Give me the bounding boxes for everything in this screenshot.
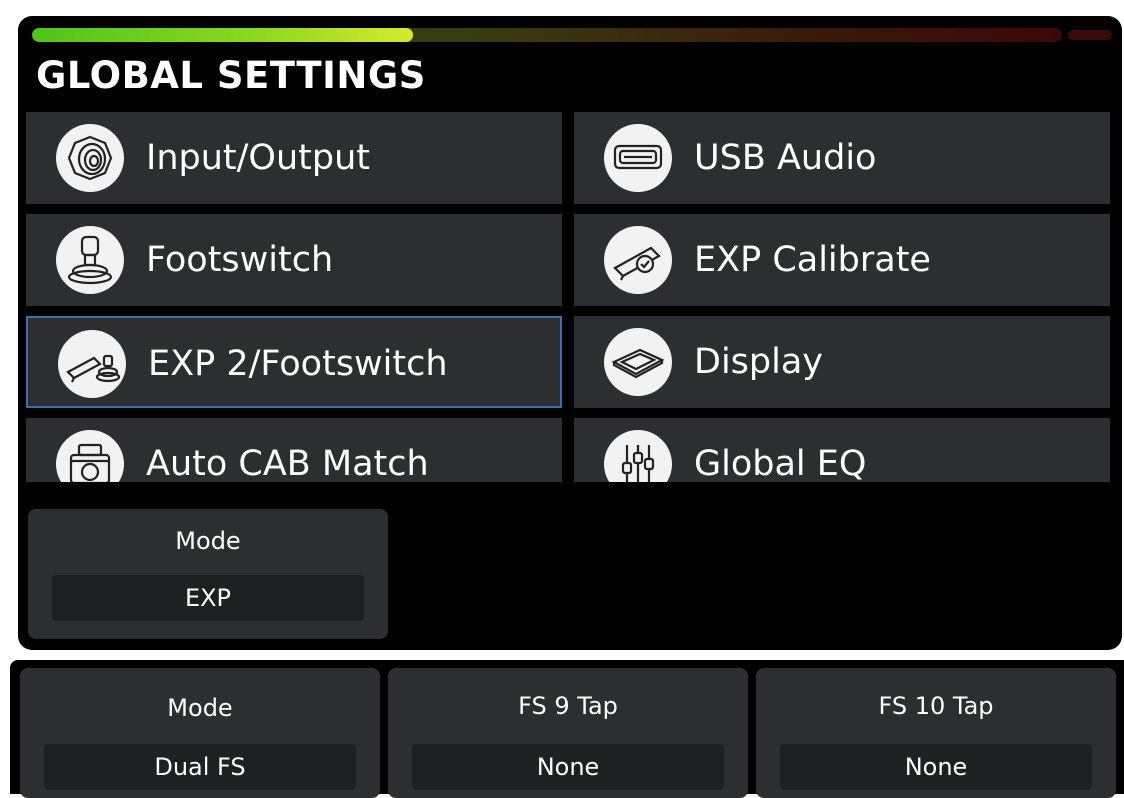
menu-item-input-output[interactable]: Input/Output [26,112,562,204]
parameter-bar: Mode Dual FS FS 9 Tap None FS 10 Tap Non… [10,660,1124,798]
expression-pedal-check-icon [604,226,672,294]
display-icon [604,328,672,396]
menu-item-usb-audio[interactable]: USB Audio [574,112,1110,204]
menu-item-label: Auto CAB Match [146,444,429,482]
param-value[interactable]: None [780,744,1092,790]
level-meter-track [32,28,1062,42]
exp-mode-panel[interactable]: Mode EXP [28,509,388,639]
menu-item-auto-cab-match[interactable]: Auto CAB Match [26,418,562,482]
settings-menu[interactable]: Input/Output USB Audio Footswitch EXP Ca… [26,112,1114,482]
cabinet-icon [56,430,124,482]
param-value[interactable]: None [412,744,724,790]
param-value[interactable]: Dual FS [44,744,356,790]
menu-item-global-eq[interactable]: Global EQ [574,418,1110,482]
level-meter-fill [32,28,414,42]
menu-item-label: Global EQ [694,444,867,482]
param-label: Mode [167,694,233,722]
pedal-footswitch-icon [58,330,126,398]
eq-sliders-icon [604,430,672,482]
footswitch-icon [56,226,124,294]
page-title: GLOBAL SETTINGS [36,54,426,97]
param-label: FS 10 Tap [878,692,994,720]
usb-port-icon [604,124,672,192]
param-fs10-tap[interactable]: FS 10 Tap None [756,668,1116,798]
param-label: FS 9 Tap [518,692,618,720]
jack-icon [56,124,124,192]
menu-item-label: USB Audio [694,138,877,178]
exp-mode-value[interactable]: EXP [52,575,364,621]
param-fs9-tap[interactable]: FS 9 Tap None [388,668,748,798]
param-fs-mode[interactable]: Mode Dual FS [20,668,380,798]
menu-item-exp-calibrate[interactable]: EXP Calibrate [574,214,1110,306]
menu-item-label: EXP Calibrate [694,240,931,280]
exp-mode-label: Mode [175,527,241,555]
menu-item-footswitch[interactable]: Footswitch [26,214,562,306]
menu-item-label: Display [694,342,824,382]
menu-item-label: Input/Output [146,138,370,178]
clip-indicator [1068,30,1112,40]
menu-item-label: EXP 2/Footswitch [148,344,448,384]
global-settings-screen: GLOBAL SETTINGS Input/Output USB Audio F… [18,16,1122,650]
menu-item-label: Footswitch [146,240,334,280]
menu-item-display[interactable]: Display [574,316,1110,408]
level-meter [32,28,1112,42]
menu-item-exp2-footswitch[interactable]: EXP 2/Footswitch [26,316,562,408]
